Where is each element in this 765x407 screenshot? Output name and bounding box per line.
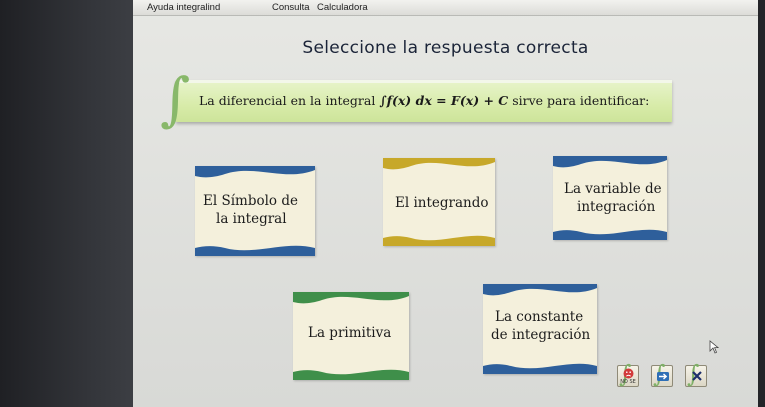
card-wave-bottom xyxy=(553,229,667,240)
card-wave-top xyxy=(293,292,409,304)
menu-bar: Ayuda integralind Consulta Calculadora xyxy=(133,0,758,16)
option-label-line1: El integrando xyxy=(395,195,489,211)
next-arrow-icon xyxy=(657,372,669,381)
card-wave-top xyxy=(195,166,315,178)
option-label-line1: La primitiva xyxy=(308,325,392,341)
next-button[interactable]: ∫ xyxy=(651,362,673,387)
monitor-bezel-right xyxy=(758,0,765,407)
card-wave-top xyxy=(553,156,667,168)
dont-know-label: NO SE xyxy=(620,379,636,385)
option-label-line2: de integración xyxy=(491,327,591,343)
dont-know-button[interactable]: ∫ NO SE xyxy=(617,362,639,387)
menu-item-ayuda[interactable]: Ayuda integralind xyxy=(147,2,220,13)
option-card-simbolo[interactable]: El Símbolo de la integral xyxy=(195,166,315,256)
sad-face-icon xyxy=(623,368,634,379)
option-label-line2: integración xyxy=(577,199,656,215)
option-label-line1: El Símbolo de xyxy=(203,193,298,209)
question-prefix: La diferencial en la integral xyxy=(199,93,376,108)
question-suffix: sirve para identificar: xyxy=(512,93,650,108)
close-x-icon xyxy=(692,371,702,381)
question-text: La diferencial en la integral ∫f(x) dx =… xyxy=(199,93,649,108)
mouse-cursor-icon xyxy=(709,340,719,354)
card-wave-top xyxy=(483,284,597,296)
option-label-line1: La constante xyxy=(495,309,584,325)
option-label-line1: La variable de xyxy=(564,181,662,197)
page-title: Seleccione la respuesta correcta xyxy=(302,38,589,58)
option-label-line2: la integral xyxy=(216,211,287,227)
question-formula: ∫f(x) dx = F(x) + C xyxy=(379,93,509,108)
integral-sign-icon: ∫ xyxy=(160,65,191,133)
close-button[interactable]: ∫ xyxy=(685,362,707,387)
card-wave-bottom xyxy=(483,363,597,374)
option-card-primitiva[interactable]: La primitiva xyxy=(293,292,409,380)
menu-item-consulta[interactable]: Consulta xyxy=(272,2,310,13)
card-wave-top xyxy=(383,158,495,170)
option-card-constante[interactable]: La constante de integración xyxy=(483,284,597,374)
monitor-bezel-left xyxy=(0,0,133,407)
app-screen: Ayuda integralind Consulta Calculadora S… xyxy=(133,0,758,407)
card-wave-bottom xyxy=(195,245,315,256)
option-card-integrando[interactable]: El integrando xyxy=(383,158,495,246)
menu-item-calculadora[interactable]: Calculadora xyxy=(317,2,368,13)
card-wave-bottom xyxy=(293,369,409,380)
option-card-variable[interactable]: La variable de integración xyxy=(553,156,667,240)
card-wave-bottom xyxy=(383,235,495,246)
